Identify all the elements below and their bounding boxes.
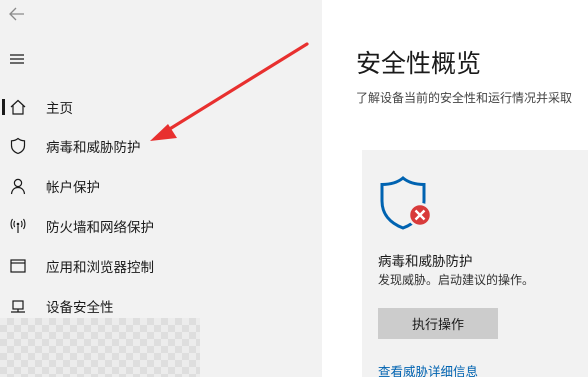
hamburger-menu-icon (10, 54, 24, 64)
app-window-icon (8, 256, 28, 276)
view-threat-details-link[interactable]: 查看威胁详细信息 (378, 361, 478, 377)
sidebar-item-label: 应用和浏览器控制 (46, 260, 154, 276)
sidebar-item-label: 设备安全性 (46, 300, 114, 316)
back-button[interactable] (6, 4, 28, 24)
home-icon (8, 97, 28, 117)
device-icon (8, 296, 28, 316)
sidebar-item-label: 防火墙和网络保护 (46, 220, 154, 236)
card-description: 发现威胁。启动建议的操作。 (378, 273, 535, 287)
person-icon (8, 176, 28, 196)
sidebar-item-label: 主页 (46, 101, 73, 117)
shield-error-icon (376, 174, 436, 234)
sidebar: 主页 病毒和威胁防护 帐户保护 防火墙和网络保护 应用和浏览器控制 设备安全性 (0, 0, 322, 377)
take-action-button[interactable]: 执行操作 (378, 308, 498, 339)
sidebar-item-firewall[interactable]: 防火墙和网络保护 (0, 208, 322, 244)
sidebar-item-account-protection[interactable]: 帐户保护 (0, 168, 322, 204)
shield-icon (8, 136, 28, 156)
sidebar-item-app-browser-control[interactable]: 应用和浏览器控制 (0, 248, 322, 284)
sidebar-item-label: 帐户保护 (46, 180, 100, 196)
menu-button[interactable] (6, 50, 28, 68)
card-title: 病毒和威胁防护 (378, 254, 473, 270)
page-title: 安全性概览 (356, 49, 482, 78)
sidebar-item-label: 病毒和威胁防护 (46, 140, 141, 156)
page-subtitle: 了解设备当前的安全性和运行情况并采取 (356, 91, 573, 105)
wireless-icon (8, 216, 28, 236)
pixelated-area (0, 318, 200, 377)
sidebar-item-virus-protection[interactable]: 病毒和威胁防护 (0, 128, 322, 164)
sidebar-item-home[interactable]: 主页 (0, 89, 322, 125)
back-arrow-icon (9, 7, 24, 21)
